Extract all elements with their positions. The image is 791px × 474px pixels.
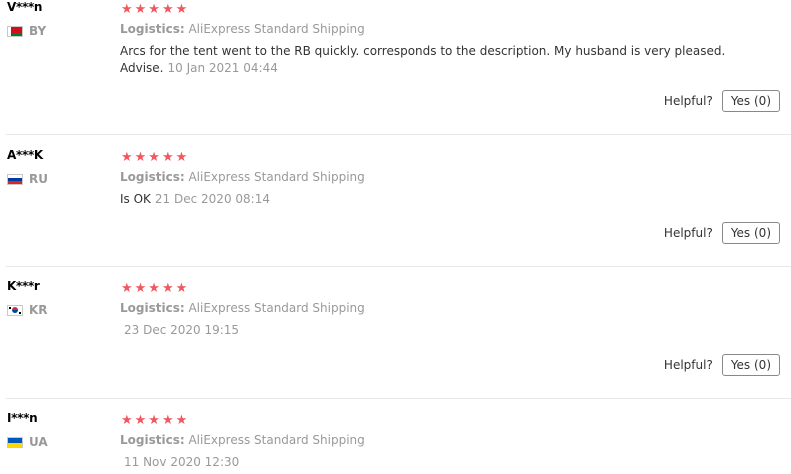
review-date: 21 Dec 2020 08:14 xyxy=(154,192,270,206)
helpful-section: Helpful? Yes (0) xyxy=(664,90,780,112)
review-text: 11 Nov 2020 12:30 xyxy=(120,454,780,471)
country-code: RU xyxy=(29,172,48,186)
logistics-value: AliExpress Standard Shipping xyxy=(188,22,365,36)
helpful-section: Helpful? Yes (0) xyxy=(664,354,780,376)
review-divider xyxy=(6,134,791,135)
flag-ua-icon xyxy=(7,436,23,448)
logistics-value: AliExpress Standard Shipping xyxy=(188,301,365,315)
reviewer-name: K***r xyxy=(7,279,40,293)
reviewer-country: KR xyxy=(7,303,48,317)
logistics-value: AliExpress Standard Shipping xyxy=(188,170,365,184)
review-text: Is OK 21 Dec 2020 08:14 xyxy=(120,191,780,208)
review-date: 23 Dec 2020 19:15 xyxy=(124,323,240,337)
reviewer-name: V***n xyxy=(7,0,43,14)
logistics-label: Logistics: xyxy=(120,22,185,36)
reviewer-country: BY xyxy=(7,24,46,38)
review-body: Is OK xyxy=(120,192,151,206)
logistics-value: AliExpress Standard Shipping xyxy=(188,433,365,447)
helpful-yes-button[interactable]: Yes (0) xyxy=(721,90,780,112)
review-divider xyxy=(6,266,791,267)
star-rating: ★★★★★ xyxy=(121,281,190,296)
review-text: 23 Dec 2020 19:15 xyxy=(120,322,780,339)
helpful-yes-button[interactable]: Yes (0) xyxy=(721,354,780,376)
reviewer-name: A***K xyxy=(7,148,43,162)
country-code: UA xyxy=(29,435,48,449)
logistics-info: Logistics: AliExpress Standard Shipping xyxy=(120,433,365,447)
logistics-info: Logistics: AliExpress Standard Shipping xyxy=(120,22,365,36)
logistics-info: Logistics: AliExpress Standard Shipping xyxy=(120,301,365,315)
helpful-yes-button[interactable]: Yes (0) xyxy=(721,222,780,244)
logistics-info: Logistics: AliExpress Standard Shipping xyxy=(120,170,365,184)
country-code: KR xyxy=(29,303,48,317)
review-date: 10 Jan 2021 04:44 xyxy=(167,61,278,75)
helpful-label: Helpful? xyxy=(663,358,713,372)
review-divider xyxy=(6,398,791,399)
logistics-label: Logistics: xyxy=(120,433,185,447)
reviewer-name: I***n xyxy=(7,411,38,425)
flag-by-icon xyxy=(7,25,23,37)
reviewer-country: UA xyxy=(7,435,48,449)
review-text: Arcs for the tent went to the RB quickly… xyxy=(120,43,780,77)
review-date: 11 Nov 2020 12:30 xyxy=(124,455,240,469)
star-rating: ★★★★★ xyxy=(121,150,190,165)
logistics-label: Logistics: xyxy=(120,301,185,315)
helpful-label: Helpful? xyxy=(663,226,713,240)
helpful-label: Helpful? xyxy=(663,94,713,108)
star-rating: ★★★★★ xyxy=(121,413,190,428)
star-rating: ★★★★★ xyxy=(121,2,190,17)
country-code: BY xyxy=(29,24,47,38)
logistics-label: Logistics: xyxy=(120,170,185,184)
reviewer-country: RU xyxy=(7,172,48,186)
helpful-section: Helpful? Yes (0) xyxy=(664,222,780,244)
flag-kr-icon xyxy=(7,304,23,316)
flag-ru-icon xyxy=(7,173,23,185)
